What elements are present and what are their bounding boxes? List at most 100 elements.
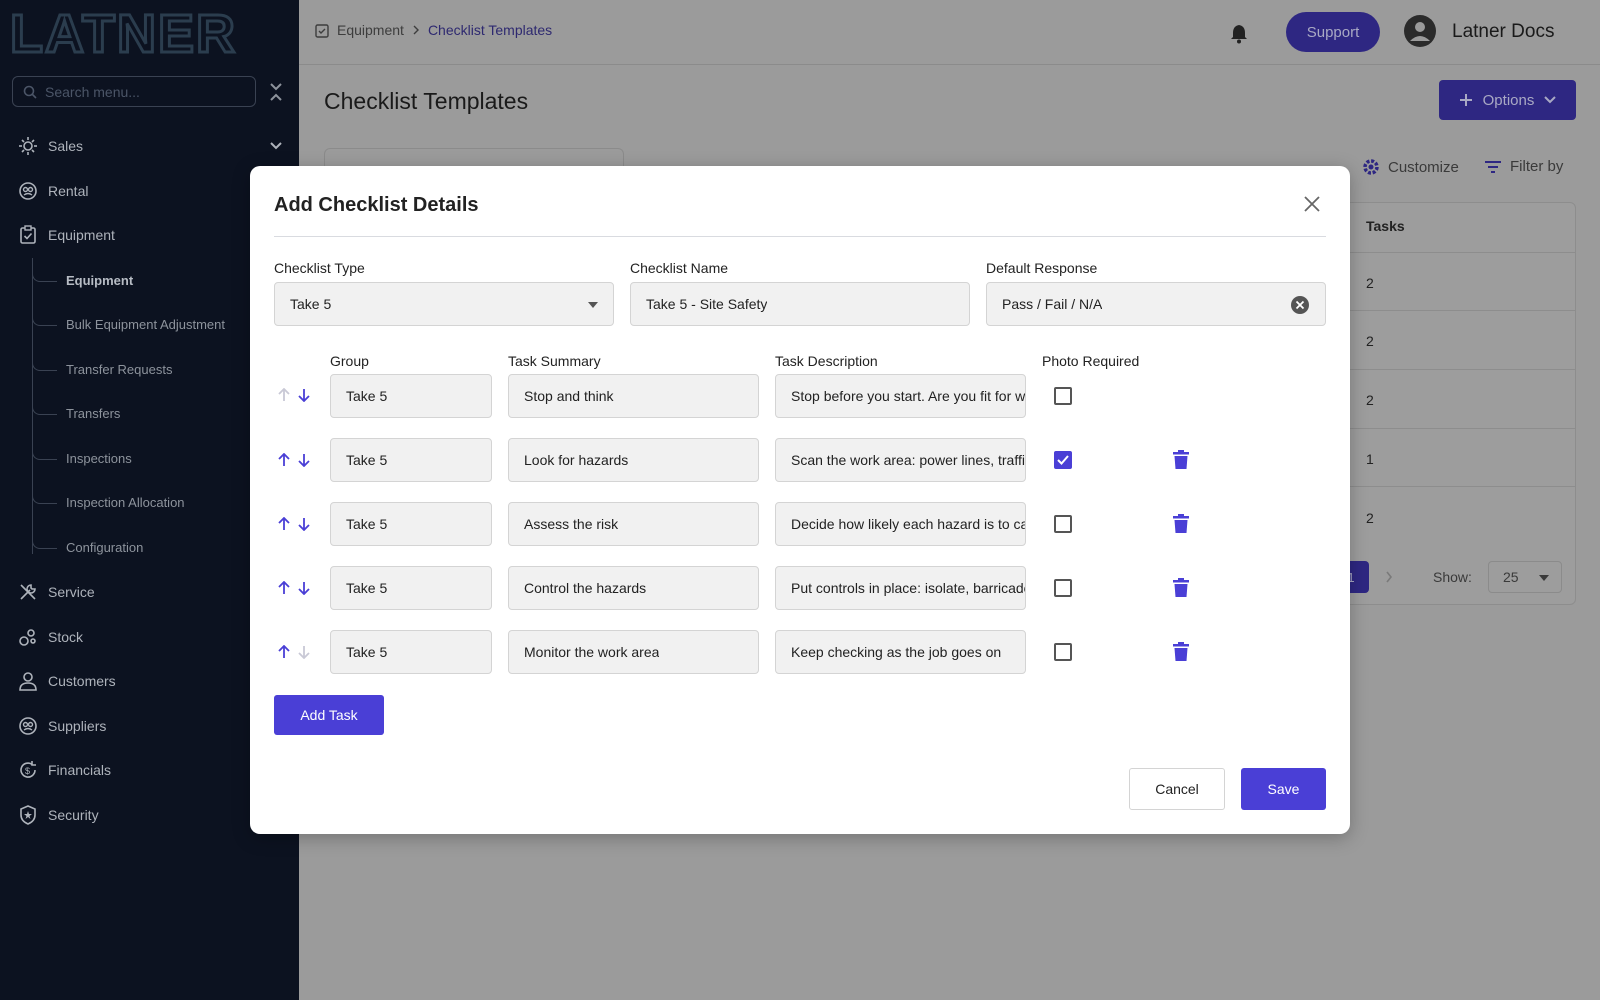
delete-icon[interactable] — [1173, 514, 1189, 534]
cancel-button[interactable]: Cancel — [1129, 768, 1225, 810]
task-count: 2 — [1366, 275, 1374, 291]
chevron-right-icon[interactable] — [1385, 571, 1393, 583]
collapse-menu-icon[interactable] — [268, 82, 284, 102]
sidebar-item-suppliers[interactable]: Suppliers — [18, 716, 106, 736]
sidebar-subitem-configuration[interactable]: Configuration — [31, 526, 143, 555]
task-summary-input[interactable]: Monitor the work area — [508, 630, 759, 674]
task-summary-input[interactable]: Assess the risk — [508, 502, 759, 546]
sidebar-subitem-inspection-allocation[interactable]: Inspection Allocation — [32, 481, 185, 510]
chevron-down-icon — [1544, 96, 1557, 104]
sidebar-search-placeholder: Search menu... — [45, 83, 140, 100]
sidebar-subitem-bulk-equipment-adjustment[interactable]: Bulk Equipment Adjustment — [32, 303, 225, 332]
sidebar-item-sales[interactable]: Sales — [18, 136, 83, 156]
move-up-icon[interactable] — [278, 645, 290, 659]
page-size-select[interactable]: 25 — [1488, 561, 1562, 593]
page-title: Checklist Templates — [324, 88, 529, 114]
filter-icon — [1485, 160, 1501, 173]
suppliers-icon — [19, 717, 37, 735]
task-description-input[interactable]: Scan the work area: power lines, traffic… — [775, 438, 1026, 482]
clear-icon[interactable] — [1290, 295, 1310, 315]
move-up-icon[interactable] — [278, 581, 290, 595]
sidebar-item-service[interactable]: Service — [18, 582, 95, 602]
task-description-input[interactable]: Stop before you start. Are you fit for w… — [775, 374, 1026, 418]
sidebar-item-security[interactable]: Security — [18, 805, 99, 825]
task-summary-input[interactable]: Stop and think — [508, 374, 759, 418]
sidebar-item-label: Rental — [48, 183, 89, 199]
save-button[interactable]: Save — [1241, 768, 1326, 810]
checklist-type-select[interactable]: Take 5 — [274, 282, 614, 326]
default-response-select[interactable]: Pass / Fail / N/A — [986, 282, 1326, 326]
sidebar-subitem-inspections[interactable]: Inspections — [32, 437, 132, 466]
filter-by-button[interactable]: Filter by — [1484, 158, 1563, 175]
move-down-icon[interactable] — [298, 388, 310, 402]
sidebar-item-label: Stock — [48, 629, 84, 645]
task-description-input[interactable]: Decide how likely each hazard is to caus… — [775, 502, 1026, 546]
task-description-input[interactable]: Put controls in place: isolate, barricad… — [775, 566, 1026, 610]
task-summary-input[interactable]: Control the hazards — [508, 566, 759, 610]
task-summary-column-header: Task Summary — [508, 353, 601, 369]
breadcrumb-equipment[interactable]: Equipment — [337, 22, 404, 38]
task-group-input[interactable]: Take 5 — [330, 502, 492, 546]
photo-required-checkbox[interactable] — [1054, 515, 1072, 533]
sidebar-subitem-transfer-requests[interactable]: Transfer Requests — [31, 348, 172, 377]
user-name[interactable]: Latner Docs — [1452, 21, 1554, 43]
sidebar-item-label: Service — [48, 584, 95, 600]
close-icon[interactable] — [1304, 196, 1320, 212]
chevron-right-icon — [413, 25, 419, 35]
task-summary-value: Assess the risk — [524, 516, 619, 532]
photo-required-checkbox[interactable] — [1054, 643, 1072, 661]
chevron-down-icon[interactable] — [270, 142, 282, 150]
delete-icon[interactable] — [1173, 642, 1189, 662]
modal-divider — [274, 236, 1326, 237]
sidebar-item-label: Equipment — [48, 227, 115, 243]
svg-text:LATNER: LATNER — [10, 8, 237, 56]
search-icon — [23, 85, 37, 99]
customize-button[interactable]: Customize — [1362, 158, 1459, 176]
row-divider — [1350, 369, 1576, 370]
move-down-icon — [298, 646, 310, 659]
stock-icon — [19, 629, 36, 646]
sidebar-item-customers[interactable]: Customers — [18, 671, 116, 691]
photo-required-checkbox[interactable] — [1054, 387, 1072, 405]
plus-icon — [1459, 94, 1472, 106]
options-button[interactable]: Options — [1439, 80, 1576, 120]
task-group-input[interactable]: Take 5 — [330, 374, 492, 418]
sidebar-item-rental[interactable]: Rental — [18, 181, 88, 201]
sidebar-item-equipment[interactable]: Equipment — [18, 225, 115, 245]
move-up-icon[interactable] — [278, 453, 290, 467]
default-response-value: Pass / Fail / N/A — [1002, 296, 1103, 312]
breadcrumb-checklist-templates[interactable]: Checklist Templates — [428, 22, 552, 38]
sidebar-subitem-equipment[interactable]: Equipment — [31, 259, 133, 288]
equipment-icon — [315, 23, 329, 38]
delete-icon[interactable] — [1173, 450, 1189, 470]
delete-icon[interactable] — [1173, 578, 1189, 598]
tasks-column-header[interactable]: Tasks — [1366, 218, 1405, 234]
move-down-icon[interactable] — [298, 453, 310, 467]
user-icon — [1410, 22, 1430, 41]
move-down-icon[interactable] — [298, 581, 310, 595]
checklist-name-input[interactable]: Take 5 - Site Safety — [630, 282, 970, 326]
task-description-input[interactable]: Keep checking as the job goes on — [775, 630, 1026, 674]
sidebar-item-label: Customers — [48, 673, 116, 689]
task-count: 1 — [1366, 451, 1374, 467]
show-label: Show: — [1433, 569, 1472, 585]
avatar[interactable] — [1404, 15, 1436, 47]
support-button[interactable]: Support — [1286, 12, 1380, 52]
sales-icon — [19, 137, 37, 155]
task-group-input[interactable]: Take 5 — [330, 438, 492, 482]
sidebar-item-stock[interactable]: Stock — [18, 627, 83, 647]
photo-required-checkbox[interactable] — [1054, 451, 1072, 469]
sidebar-item-financials[interactable]: $ Financials — [18, 760, 111, 780]
move-up-icon[interactable] — [278, 517, 290, 531]
sidebar-search[interactable]: Search menu... — [12, 76, 256, 107]
sidebar-item-label: Security — [48, 807, 99, 823]
photo-required-checkbox[interactable] — [1054, 579, 1072, 597]
move-down-icon[interactable] — [298, 517, 310, 531]
security-icon — [20, 805, 36, 825]
add-task-button[interactable]: Add Task — [274, 695, 384, 735]
bell-icon[interactable] — [1230, 24, 1248, 44]
task-group-input[interactable]: Take 5 — [330, 566, 492, 610]
sidebar-subitem-transfers[interactable]: Transfers — [31, 392, 120, 421]
task-group-input[interactable]: Take 5 — [330, 630, 492, 674]
task-summary-input[interactable]: Look for hazards — [508, 438, 759, 482]
